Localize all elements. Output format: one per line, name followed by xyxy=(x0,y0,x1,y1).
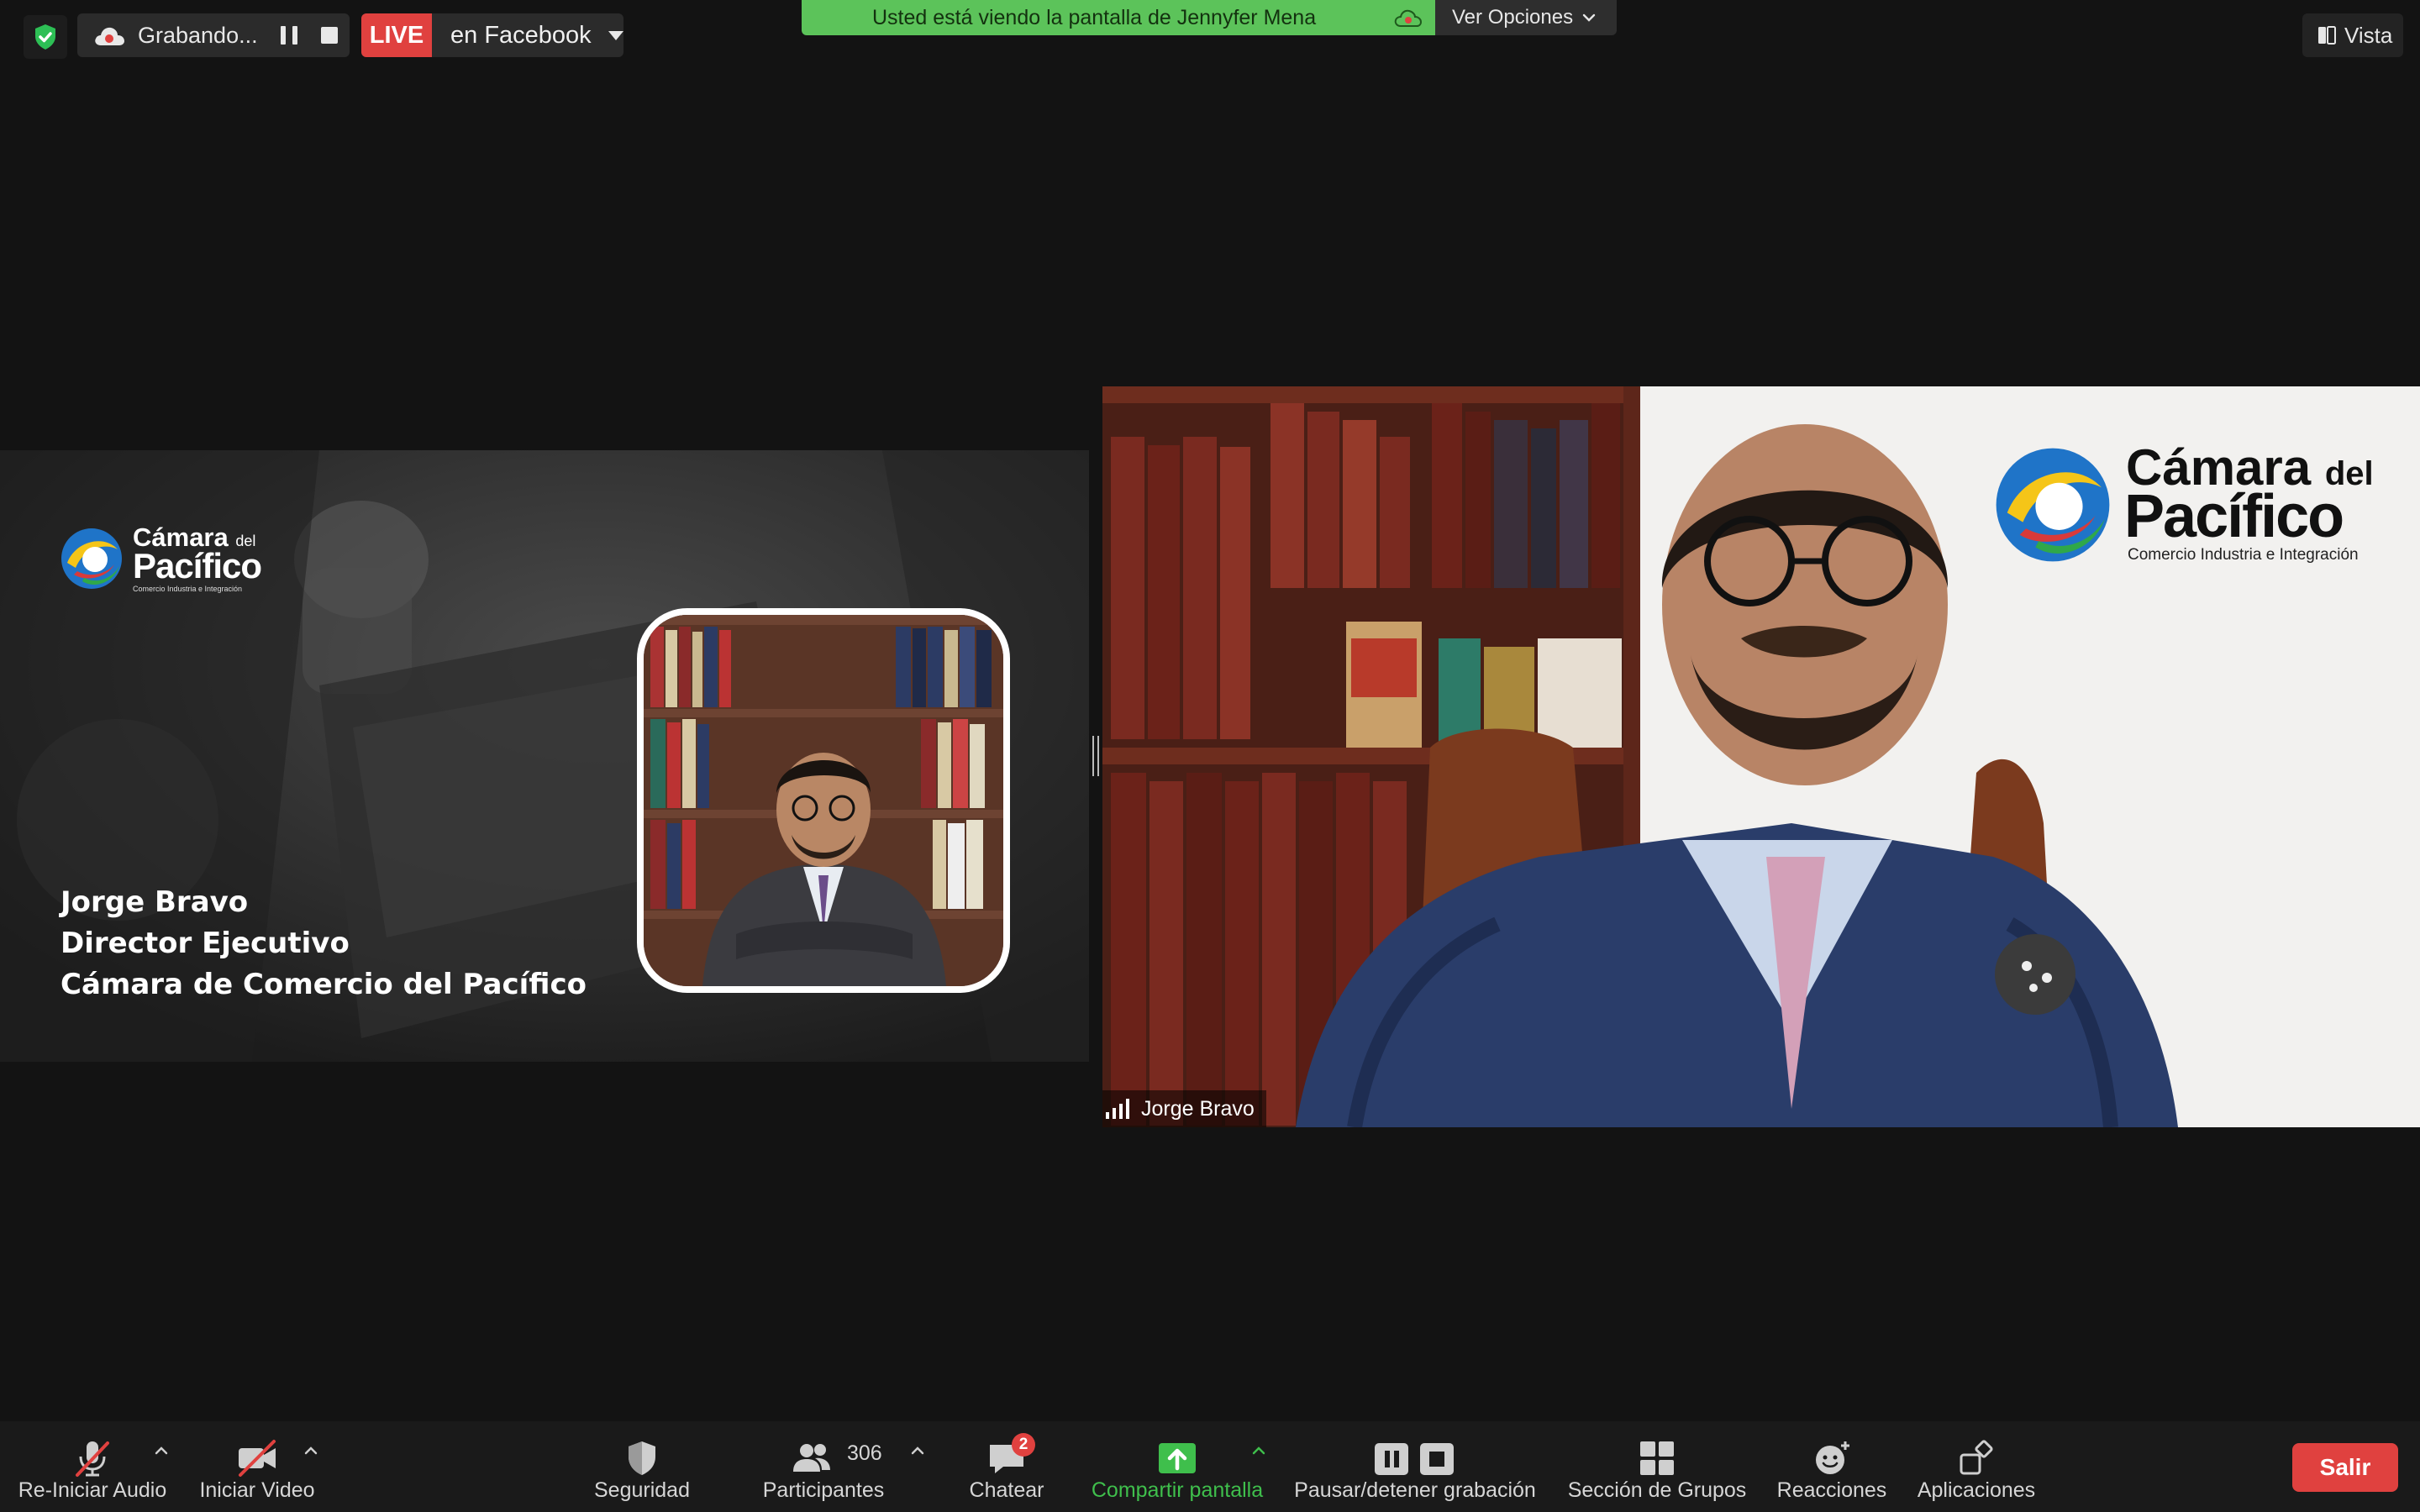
stop-recording-icon[interactable] xyxy=(321,27,338,44)
participants-options-caret-icon[interactable] xyxy=(909,1445,926,1457)
security-button[interactable]: Seguridad xyxy=(576,1421,708,1512)
breakout-grid-icon xyxy=(1640,1441,1674,1475)
shared-screen-slide: Cámara del Pacífico Comercio Industria e… xyxy=(0,450,1089,1062)
pause-stop-icon xyxy=(1375,1443,1454,1475)
participant-name-tag: Jorge Bravo xyxy=(1102,1090,1266,1127)
chevron-down-icon xyxy=(1582,13,1596,22)
audio-options-caret-icon[interactable] xyxy=(153,1445,170,1457)
encryption-shield-icon[interactable] xyxy=(24,15,67,59)
video-resize-handle[interactable] xyxy=(1092,736,1099,776)
camara-del-pacifico-logo: Cámara del Pacífico Comercio Industria e… xyxy=(59,517,286,598)
speaker-name: Jorge Bravo xyxy=(60,885,249,919)
breakout-rooms-button[interactable]: Sección de Grupos xyxy=(1561,1421,1753,1512)
shield-icon xyxy=(629,1441,655,1475)
logo-tagline: Comercio Industria e Integración xyxy=(133,585,243,593)
view-options-label: Ver Opciones xyxy=(1452,6,1574,29)
record-control-label: Pausar/detener grabación xyxy=(1294,1478,1536,1502)
participants-icon xyxy=(792,1444,830,1472)
camara-del-pacifico-logo: Cámara del Pacífico Comercio Industria e… xyxy=(1991,438,2378,564)
view-button[interactable]: Vista xyxy=(2302,13,2403,57)
signal-strength-icon xyxy=(1106,1099,1131,1119)
audio-button[interactable]: Re-Iniciar Audio xyxy=(8,1421,176,1512)
logo-line2: Pacífico xyxy=(2124,483,2344,550)
reactions-button[interactable]: Reacciones xyxy=(1773,1421,1891,1512)
live-stream-dropdown[interactable]: LIVE en Facebook xyxy=(361,13,623,57)
reactions-label: Reacciones xyxy=(1776,1478,1887,1502)
participants-count: 306 xyxy=(847,1441,882,1465)
logo-line2: Pacífico xyxy=(133,546,262,585)
video-options-caret-icon[interactable] xyxy=(302,1445,319,1457)
live-badge: LIVE xyxy=(361,13,432,57)
logo-tagline: Comercio Industria e Integración xyxy=(2128,546,2359,564)
chat-button[interactable]: 2 Chatear xyxy=(948,1421,1065,1512)
recording-status: Grabando... xyxy=(77,13,350,57)
chat-unread-badge: 2 xyxy=(1012,1433,1035,1457)
apps-icon xyxy=(1960,1440,1993,1475)
speaker-title-block: Jorge Bravo Director Ejecutivo Cámara de… xyxy=(60,882,587,1005)
participants-label: Participantes xyxy=(762,1478,885,1502)
globe-swoosh-icon xyxy=(61,528,122,589)
screen-share-notice: Usted está viendo la pantalla de Jennyfe… xyxy=(802,0,1435,35)
cloud-recording-icon xyxy=(95,27,124,45)
portrait-image xyxy=(644,615,1003,986)
video-button[interactable]: Iniciar Video xyxy=(180,1421,334,1512)
view-options-dropdown[interactable]: Ver Opciones xyxy=(1435,0,1617,35)
speaker-portrait-photo xyxy=(637,608,1010,993)
caret-down-icon xyxy=(608,30,623,40)
participant-name: Jorge Bravo xyxy=(1141,1096,1255,1121)
video-label: Iniciar Video xyxy=(199,1478,315,1502)
meeting-controls-toolbar: Re-Iniciar Audio Iniciar Video Seguridad… xyxy=(0,1421,2420,1512)
smiley-plus-icon xyxy=(1816,1441,1849,1474)
view-label: Vista xyxy=(2344,22,2393,48)
view-layout-icon xyxy=(2318,26,2336,45)
pause-stop-recording-button[interactable]: Pausar/detener grabación xyxy=(1291,1421,1539,1512)
apps-label: Aplicaciones xyxy=(1917,1478,2036,1502)
audio-label: Re-Iniciar Audio xyxy=(18,1478,167,1502)
video-off-icon xyxy=(239,1440,276,1477)
chat-icon-wrapper: 2 xyxy=(985,1433,1035,1480)
share-screen-arrow-icon xyxy=(1159,1443,1196,1473)
speaker-video-feed: Cámara del Pacífico Comercio Industria e… xyxy=(1102,386,2420,1127)
pause-recording-icon[interactable] xyxy=(281,26,297,45)
breakout-rooms-label: Sección de Grupos xyxy=(1567,1478,1747,1502)
live-target-label: en Facebook xyxy=(450,21,592,49)
speaker-organization: Cámara de Comercio del Pacífico xyxy=(60,968,587,1001)
share-options-caret-icon[interactable] xyxy=(1250,1445,1267,1457)
muted-microphone-icon xyxy=(76,1441,109,1477)
speaker-role: Director Ejecutivo xyxy=(60,927,350,960)
recording-label: Grabando... xyxy=(138,22,258,48)
globe-swoosh-icon xyxy=(1996,448,2110,562)
participants-button[interactable]: 306 Participantes xyxy=(748,1421,899,1512)
apps-button[interactable]: Aplicaciones xyxy=(1909,1421,2044,1512)
chat-label: Chatear xyxy=(969,1478,1044,1502)
leave-meeting-button[interactable]: Salir xyxy=(2292,1443,2398,1492)
security-label: Seguridad xyxy=(594,1478,690,1502)
cloud-recording-icon xyxy=(1394,9,1423,27)
share-screen-button[interactable]: Compartir pantalla xyxy=(1084,1421,1270,1512)
share-screen-label: Compartir pantalla xyxy=(1091,1478,1264,1502)
screen-share-notice-text: Usted está viendo la pantalla de Jennyfe… xyxy=(872,5,1317,29)
